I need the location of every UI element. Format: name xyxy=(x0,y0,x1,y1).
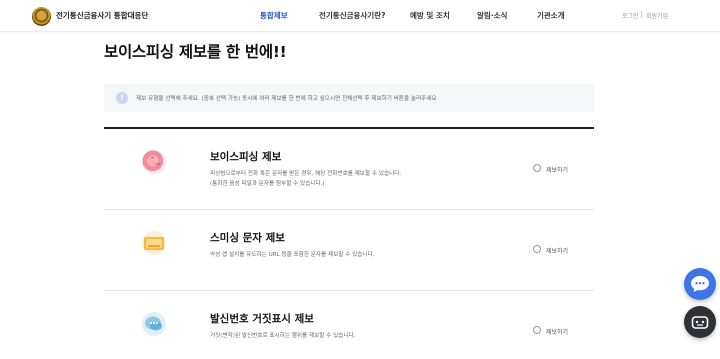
nav-what-is-fraud[interactable]: 전기통신금융사기란? xyxy=(319,10,385,21)
report-item-caller-id-spoofing: 발신번호 거짓표시 제보 거짓(변작)된 발신번호로 표시하는 행위를 제보할 … xyxy=(104,291,594,359)
item-description-line: 악성 앱 설치를 유도하는 URL 등을 포함한 문자를 제보할 수 있습니다. xyxy=(210,252,375,258)
notice-text: 제보 유형을 선택해 주세요. (중복 선택 가능) 동시에 여러 제보를 한 … xyxy=(136,96,437,102)
chatbot-button[interactable] xyxy=(684,306,716,338)
nav-about[interactable]: 기관소개 xyxy=(537,10,565,21)
util-divider xyxy=(641,11,642,18)
notice-box: ! 제보 유형을 선택해 주세요. (중복 선택 가능) 동시에 여러 제보를 … xyxy=(104,84,594,112)
site-title[interactable]: 전기통신금융사기 통합대응단 xyxy=(56,10,148,21)
item-description: 피싱범으로부터 전화 혹은 문자를 받은 경우, 해당 전화번호를 제보할 수 … xyxy=(210,169,401,189)
police-emblem-logo[interactable] xyxy=(32,7,51,26)
item-description-line: (통화한 음성 파일과 문자를 첨부할 수 있습니다.) xyxy=(210,181,325,187)
speech-bubble-icon xyxy=(142,312,166,336)
item-description-line: 피싱범으로부터 전화 혹은 문자를 받은 경우, 해당 전화번호를 제보할 수 … xyxy=(210,171,402,177)
nav-integrated-report[interactable]: 통합제보 xyxy=(260,10,288,21)
item-title: 발신번호 거짓표시 제보 xyxy=(210,313,314,325)
message-envelope-icon xyxy=(142,231,166,255)
report-item-smishing: 스미싱 문자 제보 악성 앱 설치를 유도하는 URL 등을 포함한 문자를 제… xyxy=(104,210,594,291)
report-radio[interactable] xyxy=(533,245,541,253)
login-link[interactable]: 로그인 xyxy=(622,11,639,20)
item-description-line: 거짓(변작)된 발신번호로 표시하는 행위를 제보할 수 있습니다. xyxy=(210,333,356,339)
signup-link[interactable]: 회원가입 xyxy=(646,11,668,20)
item-description: 거짓(변작)된 발신번호로 표시하는 행위를 제보할 수 있습니다. xyxy=(210,331,355,341)
chat-button[interactable] xyxy=(684,268,716,300)
item-description: 악성 앱 설치를 유도하는 URL 등을 포함한 문자를 제보할 수 있습니다. xyxy=(210,250,374,260)
chat-dots-icon xyxy=(691,276,709,292)
report-radio-label[interactable]: 제보하기 xyxy=(546,165,568,174)
report-item-voice-phishing: 보이스피싱 제보 피싱범으로부터 전화 혹은 문자를 받은 경우, 해당 전화번… xyxy=(104,129,594,210)
nav-prevention[interactable]: 예방 및 조치 xyxy=(410,10,450,21)
item-title: 보이스피싱 제보 xyxy=(210,151,282,163)
report-radio-label[interactable]: 제보하기 xyxy=(546,327,568,336)
page-title: 보이스피싱 제보를 한 번에!! xyxy=(104,43,287,61)
report-radio[interactable] xyxy=(533,326,541,334)
nav-news[interactable]: 알림·소식 xyxy=(477,10,507,21)
site-header: 전기통신금융사기 통합대응단 통합제보 전기통신금융사기란? 예방 및 조치 알… xyxy=(0,0,720,32)
report-radio[interactable] xyxy=(533,164,541,172)
phone-call-icon xyxy=(142,150,166,174)
info-icon: ! xyxy=(116,92,128,104)
report-radio-label[interactable]: 제보하기 xyxy=(546,246,568,255)
item-title: 스미싱 문자 제보 xyxy=(210,232,285,244)
chatbot-icon xyxy=(691,316,709,329)
